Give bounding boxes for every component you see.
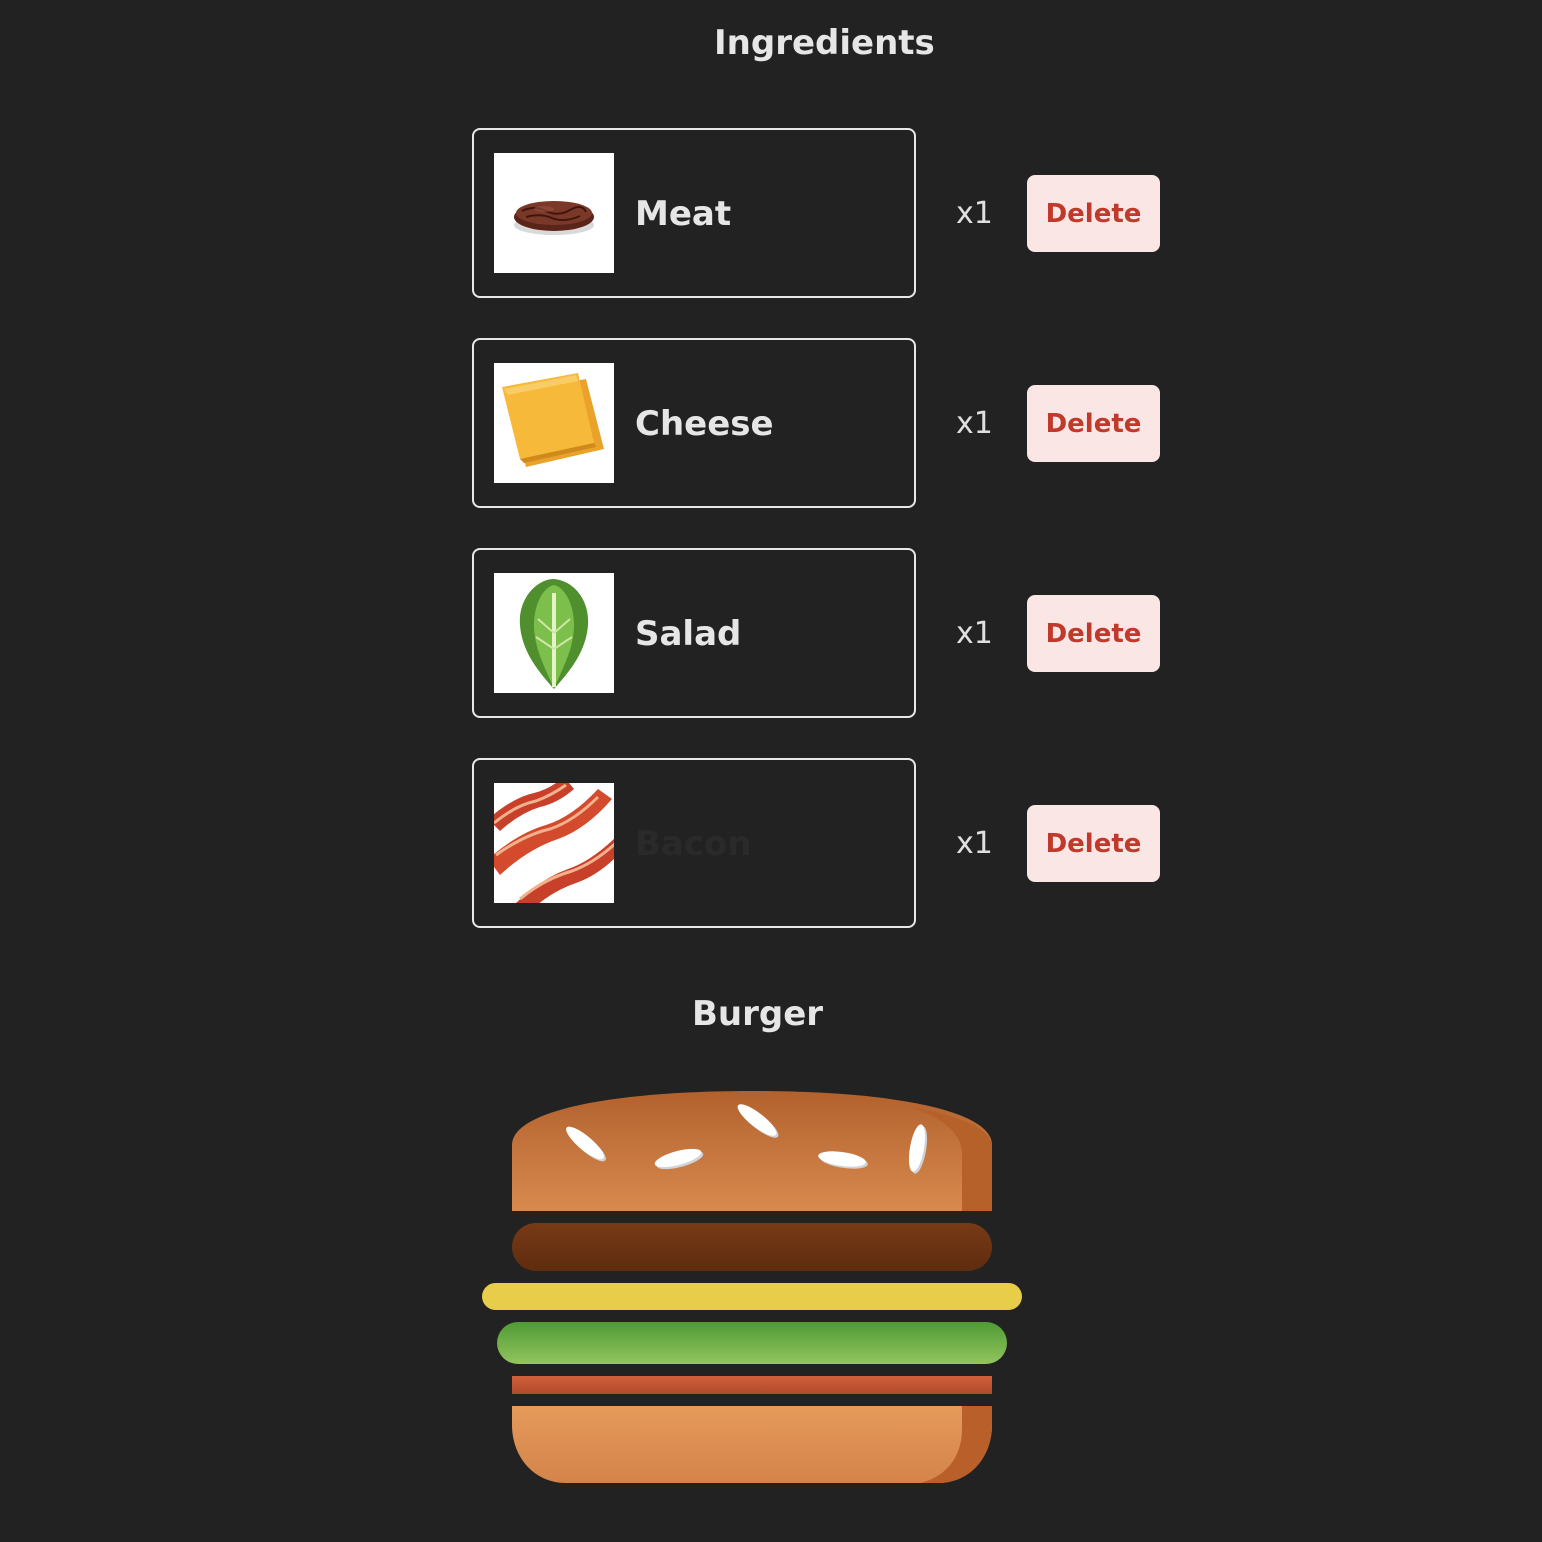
ingredient-card: Salad (472, 548, 916, 718)
ingredient-card: Bacon (472, 758, 916, 928)
ingredient-card: Meat (472, 128, 916, 298)
ingredient-card: Cheese (472, 338, 916, 508)
burger-preview (470, 1085, 1040, 1495)
bottom-bun (512, 1406, 992, 1483)
cheese-slice-icon (494, 363, 614, 483)
ingredient-quantity: x1 (956, 406, 993, 441)
burger-builder-page: Ingredients Meat x1 Delete Cheese x1 Del… (0, 0, 1542, 1542)
ingredient-row-cheese: Cheese x1 Delete (472, 338, 1172, 508)
cheese-layer (482, 1283, 1022, 1310)
lettuce-icon (494, 573, 614, 693)
delete-button-meat[interactable]: Delete (1027, 175, 1160, 252)
bacon-layer (512, 1376, 992, 1394)
salad-layer (497, 1322, 1007, 1364)
meat-layer (512, 1223, 992, 1271)
ingredient-row-meat: Meat x1 Delete (472, 128, 1172, 298)
ingredient-quantity: x1 (956, 616, 993, 651)
ingredient-list: Meat x1 Delete Cheese x1 Delete Salad x1… (472, 128, 1172, 968)
ingredients-heading: Ingredients (714, 23, 935, 63)
delete-button-cheese[interactable]: Delete (1027, 385, 1160, 462)
meat-patty-icon (494, 153, 614, 273)
delete-button-bacon[interactable]: Delete (1027, 805, 1160, 882)
ingredient-name: Salad (635, 614, 742, 654)
delete-button-salad[interactable]: Delete (1027, 595, 1160, 672)
bacon-strips-icon (494, 783, 614, 903)
ingredient-row-bacon: Bacon x1 Delete (472, 758, 1172, 928)
ingredient-quantity: x1 (956, 196, 993, 231)
ingredient-quantity: x1 (956, 826, 993, 861)
ingredient-name: Meat (635, 194, 732, 234)
ingredient-name: Bacon (635, 824, 752, 864)
ingredient-name: Cheese (635, 404, 774, 444)
burger-heading: Burger (692, 994, 824, 1034)
top-bun (512, 1091, 992, 1211)
ingredient-row-salad: Salad x1 Delete (472, 548, 1172, 718)
